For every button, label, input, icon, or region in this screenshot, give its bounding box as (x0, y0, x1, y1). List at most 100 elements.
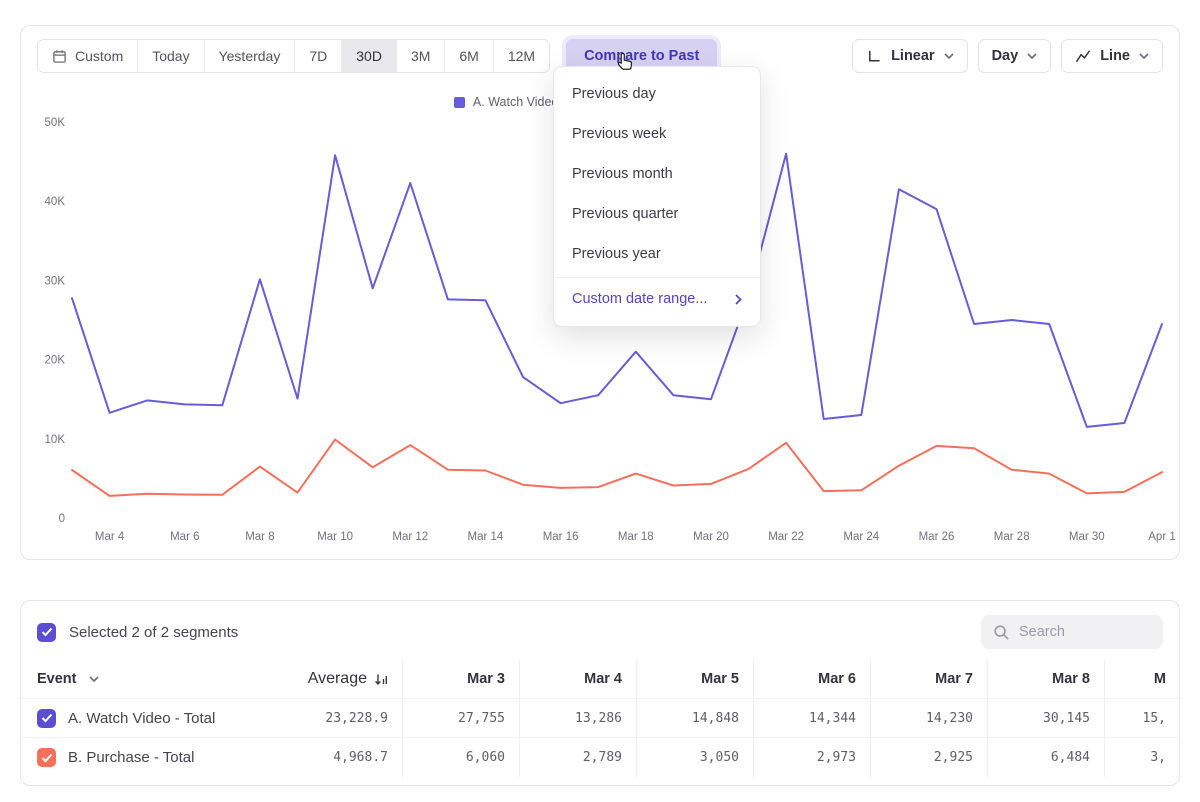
value-cell: 14,230 (870, 699, 987, 737)
column-header-label: Event (37, 671, 77, 687)
value-cell: 2,973 (753, 738, 870, 777)
range-button-7d[interactable]: 7D (295, 40, 342, 72)
y-tick-label: 10K (45, 434, 66, 446)
scale-dropdown-label: Linear (891, 48, 935, 64)
menu-item-previous-week[interactable]: Previous week (554, 114, 760, 154)
value-cell: 6,060 (402, 738, 519, 777)
chevron-down-icon (1139, 53, 1149, 59)
menu-item-previous-quarter[interactable]: Previous quarter (554, 194, 760, 234)
range-button-label: 12M (508, 48, 535, 64)
range-button-today[interactable]: Today (138, 40, 204, 72)
check-icon (41, 753, 53, 763)
average-cell: 4,968.7 (286, 750, 402, 765)
value-cell: 30,145 (987, 699, 1104, 737)
column-header-date[interactable]: Mar 8 (987, 660, 1104, 698)
column-header-date[interactable]: Mar 5 (636, 660, 753, 698)
column-header-average[interactable]: Average (286, 660, 402, 698)
row-checkbox-b[interactable] (37, 748, 56, 767)
column-header-date-clipped[interactable]: M (1104, 660, 1180, 698)
y-tick-label: 0 (59, 513, 65, 525)
menu-item-previous-year[interactable]: Previous year (554, 234, 760, 274)
range-button-label: Today (152, 48, 189, 64)
row-label-cell[interactable]: A. Watch Video - Total (21, 709, 286, 728)
x-tick-label: Mar 14 (468, 531, 504, 543)
x-tick-label: Mar 10 (317, 531, 353, 543)
chevron-down-icon (1027, 53, 1037, 59)
chevron-down-icon (89, 676, 99, 682)
range-button-6m[interactable]: 6M (445, 40, 493, 72)
column-header-date[interactable]: Mar 4 (519, 660, 636, 698)
value-cell: 13,286 (519, 699, 636, 737)
segments-bar: Selected 2 of 2 segments (21, 601, 1179, 655)
range-button-yesterday[interactable]: Yesterday (205, 40, 296, 72)
range-button-label: 6M (459, 48, 478, 64)
column-header-date[interactable]: Mar 3 (402, 660, 519, 698)
menu-item-previous-month[interactable]: Previous month (554, 154, 760, 194)
column-header-date[interactable]: Mar 7 (870, 660, 987, 698)
value-cell: 6,484 (987, 738, 1104, 777)
x-tick-label: Mar 28 (994, 531, 1030, 543)
chevron-down-icon (944, 53, 954, 59)
linear-axis-icon (866, 49, 882, 64)
x-tick-label: Mar 24 (843, 531, 879, 543)
value-cell-clipped: 3, (1104, 738, 1180, 777)
x-tick-label: Mar 12 (392, 531, 428, 543)
y-tick-label: 30K (45, 275, 66, 287)
segments-table: Event Average Mar 3 Mar 4 Mar 5 Mar 6 Ma… (21, 660, 1179, 777)
column-header-date[interactable]: Mar 6 (753, 660, 870, 698)
legend-swatch-a (454, 97, 465, 108)
x-tick-label: Mar 4 (95, 531, 125, 543)
segment-label: A. Watch Video - Total (68, 710, 215, 727)
y-tick-label: 40K (45, 196, 66, 208)
search-box (981, 615, 1163, 649)
y-tick-label: 50K (45, 117, 66, 129)
row-label-cell[interactable]: B. Purchase - Total (21, 748, 286, 767)
value-cell: 27,755 (402, 699, 519, 737)
range-button-label: 3M (411, 48, 430, 64)
table-row-purchase: B. Purchase - Total 4,968.7 6,060 2,789 … (21, 738, 1179, 777)
range-button-label: 7D (309, 48, 327, 64)
column-header-event[interactable]: Event (21, 671, 286, 687)
segment-label: B. Purchase - Total (68, 749, 194, 766)
value-cell: 14,344 (753, 699, 870, 737)
x-tick-label: Mar 6 (170, 531, 199, 543)
value-cell: 2,789 (519, 738, 636, 777)
y-tick-label: 20K (45, 355, 66, 367)
calendar-icon (52, 49, 67, 64)
x-tick-label: Mar 18 (618, 531, 654, 543)
search-icon (993, 624, 1010, 641)
menu-item-label: Custom date range... (572, 291, 707, 307)
table-row-watch-video: A. Watch Video - Total 23,228.9 27,755 1… (21, 699, 1179, 738)
date-range-group: Custom Today Yesterday 7D 30D 3M 6M 12M (37, 39, 550, 73)
range-button-12m[interactable]: 12M (494, 40, 549, 72)
menu-item-custom-date-range[interactable]: Custom date range... (554, 277, 760, 319)
select-all-checkbox[interactable] (37, 623, 56, 642)
chart-type-dropdown-label: Line (1100, 48, 1130, 64)
search-input[interactable] (1019, 624, 1151, 640)
range-button-30d[interactable]: 30D (342, 40, 397, 72)
x-tick-label: Mar 16 (543, 531, 579, 543)
x-tick-label: Mar 26 (919, 531, 955, 543)
value-cell-clipped: 15, (1104, 699, 1180, 737)
chart-type-dropdown[interactable]: Line (1061, 39, 1163, 73)
range-button-label: Custom (75, 48, 123, 64)
x-tick-label: Mar 20 (693, 531, 729, 543)
interval-dropdown[interactable]: Day (978, 39, 1052, 73)
scale-dropdown[interactable]: Linear (852, 39, 968, 73)
line-chart-icon (1075, 49, 1091, 64)
value-cell: 2,925 (870, 738, 987, 777)
sort-descending-icon (374, 673, 388, 686)
check-icon (41, 713, 53, 723)
range-button-3m[interactable]: 3M (397, 40, 445, 72)
interval-dropdown-label: Day (992, 48, 1019, 64)
chevron-right-icon (735, 294, 742, 305)
value-cell: 3,050 (636, 738, 753, 777)
range-button-label: Yesterday (219, 48, 281, 64)
value-cell: 14,848 (636, 699, 753, 737)
series-b-line (72, 440, 1162, 496)
average-cell: 23,228.9 (286, 711, 402, 726)
menu-item-previous-day[interactable]: Previous day (554, 74, 760, 114)
row-checkbox-a[interactable] (37, 709, 56, 728)
range-button-custom[interactable]: Custom (38, 40, 138, 72)
segments-card: Selected 2 of 2 segments Event Average (20, 600, 1180, 786)
